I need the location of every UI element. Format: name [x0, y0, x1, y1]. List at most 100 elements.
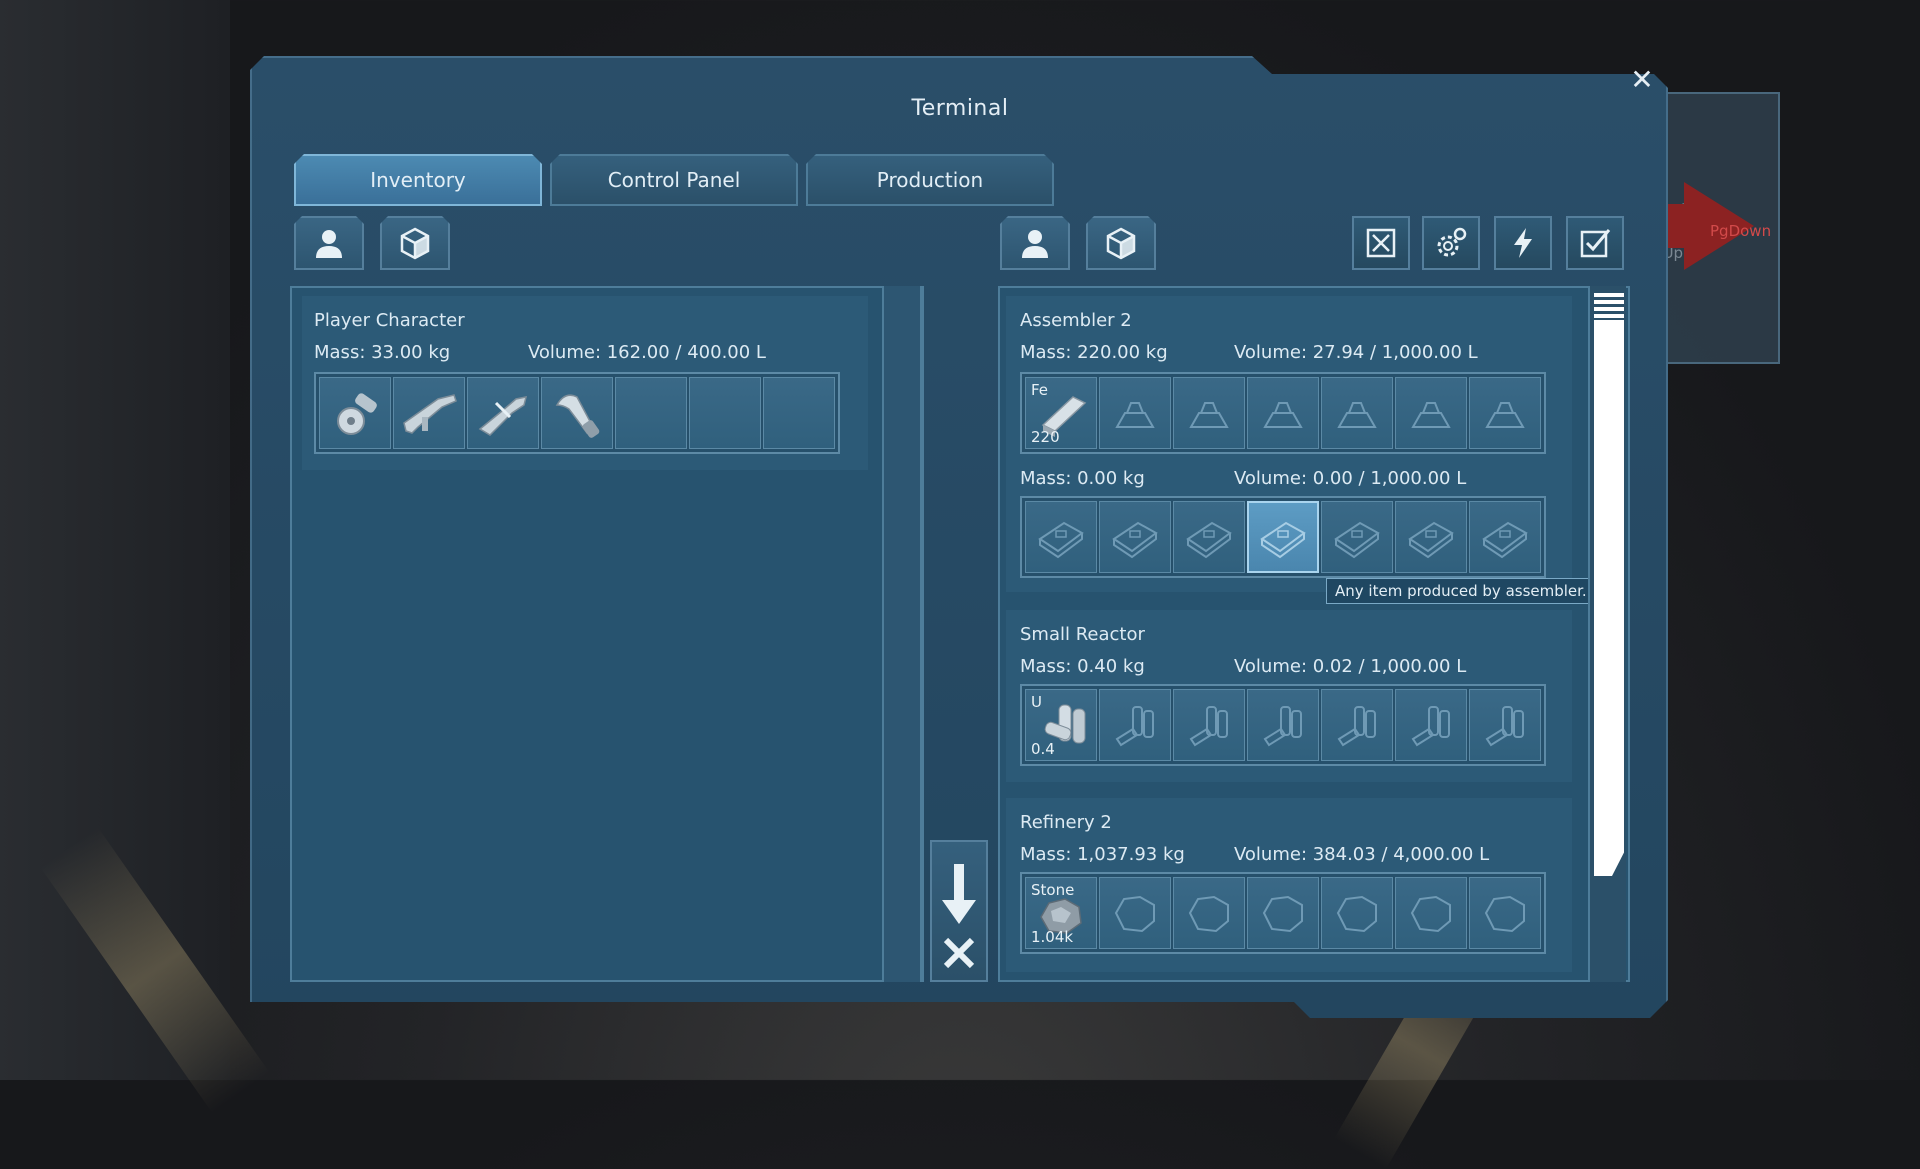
- inventory-slot[interactable]: [541, 377, 613, 449]
- x-box-icon: [1366, 228, 1396, 258]
- filter-characters-button-right[interactable]: [1000, 216, 1070, 270]
- ore-placeholder-slot[interactable]: [1469, 877, 1541, 949]
- uranium-placeholder-icon: [1337, 706, 1376, 747]
- inventory-slot[interactable]: [763, 377, 835, 449]
- welder-icon: [555, 394, 600, 438]
- x-icon: [943, 937, 975, 969]
- tab-label: Production: [876, 168, 984, 192]
- slot-quantity: 0.4: [1031, 740, 1055, 758]
- inventory-volume: Volume: 0.00 / 1,000.00 L: [1234, 468, 1467, 489]
- uranium-placeholder-slot[interactable]: [1247, 689, 1319, 761]
- inventory-volume: Volume: 0.02 / 1,000.00 L: [1234, 656, 1467, 677]
- inventory-volume: Volume: 162.00 / 400.00 L: [528, 342, 766, 363]
- component-placeholder-icon: [1038, 521, 1084, 559]
- uranium-placeholder-slot[interactable]: [1173, 689, 1245, 761]
- ore-placeholder-slot[interactable]: [1099, 877, 1171, 949]
- angle-grinder-icon: [337, 393, 377, 435]
- cube-icon: [400, 227, 430, 260]
- uranium-placeholder-icon: [1411, 706, 1450, 747]
- component-placeholder-slot[interactable]: [1321, 501, 1393, 573]
- filter-characters-button[interactable]: [294, 216, 364, 270]
- filter-blocks-button[interactable]: [380, 216, 450, 270]
- transfer-button[interactable]: [930, 840, 988, 982]
- inventory-slot[interactable]: [467, 377, 539, 449]
- arrow-down-icon: [942, 864, 976, 924]
- ore-placeholder-icon: [1410, 895, 1451, 933]
- inventory-slot[interactable]: Stone 1.04k: [1025, 877, 1097, 949]
- ingot-placeholder-slot[interactable]: [1173, 377, 1245, 449]
- ore-placeholder-slot[interactable]: [1247, 877, 1319, 949]
- uranium-placeholder-icon: [1263, 706, 1302, 747]
- window-title: Terminal: [911, 96, 1009, 121]
- tab-label: Inventory: [370, 168, 466, 192]
- inventory-mass: Mass: 220.00 kg: [1020, 342, 1168, 363]
- inventory-volume: Volume: 27.94 / 1,000.00 L: [1234, 342, 1478, 363]
- component-placeholder-icon: [1186, 521, 1232, 559]
- slot-item-label: Fe: [1031, 381, 1049, 399]
- inventory-slot[interactable]: [689, 377, 761, 449]
- assembler-input-slot-row: Fe 220: [1020, 372, 1546, 454]
- ore-placeholder-slot[interactable]: [1395, 877, 1467, 949]
- ingot-placeholder-slot[interactable]: [1099, 377, 1171, 449]
- left-scroll-track[interactable]: [882, 286, 922, 982]
- component-placeholder-slot[interactable]: [1099, 501, 1171, 573]
- ingot-placeholder-slot[interactable]: [1395, 377, 1467, 449]
- ore-placeholder-icon: [1336, 895, 1377, 933]
- slot-quantity: 220: [1031, 428, 1060, 446]
- person-icon: [1022, 230, 1048, 258]
- scrollbar-thumb[interactable]: [1594, 290, 1624, 876]
- inventory-name: Refinery 2: [1020, 812, 1112, 833]
- ore-placeholder-icon: [1262, 895, 1303, 933]
- lightning-icon: [1514, 228, 1532, 258]
- ingot-placeholder-slot[interactable]: [1469, 377, 1541, 449]
- inventory-slot[interactable]: [319, 377, 391, 449]
- uranium-placeholder-slot[interactable]: [1469, 689, 1541, 761]
- scrollbar-grip-icon: [1594, 290, 1624, 320]
- assembler-output-slot-row: [1020, 496, 1546, 578]
- tab-inventory[interactable]: Inventory: [294, 154, 542, 206]
- component-placeholder-icon: [1482, 521, 1528, 559]
- close-icon[interactable]: ✕: [1628, 66, 1656, 94]
- uranium-placeholder-slot[interactable]: [1099, 689, 1171, 761]
- uranium-placeholder-slot[interactable]: [1395, 689, 1467, 761]
- hide-empty-button[interactable]: [1352, 216, 1410, 270]
- filter-blocks-button-right[interactable]: [1086, 216, 1156, 270]
- component-placeholder-slot[interactable]: [1025, 501, 1097, 573]
- ore-placeholder-slot[interactable]: [1173, 877, 1245, 949]
- component-placeholder-slot[interactable]: [1469, 501, 1541, 573]
- ore-placeholder-slot[interactable]: [1321, 877, 1393, 949]
- uranium-placeholder-icon: [1189, 706, 1228, 747]
- inventory-volume: Volume: 384.03 / 4,000.00 L: [1234, 844, 1490, 865]
- filter-storage-button[interactable]: [1566, 216, 1624, 270]
- inventory-name: Player Character: [314, 310, 465, 331]
- ingot-placeholder-slot[interactable]: [1247, 377, 1319, 449]
- inventory-slot[interactable]: [615, 377, 687, 449]
- inventory-mass: Mass: 0.00 kg: [1020, 468, 1145, 489]
- tab-control-panel[interactable]: Control Panel: [550, 154, 798, 206]
- slot-quantity: 1.04k: [1031, 928, 1074, 946]
- ingot-placeholder-slot[interactable]: [1321, 377, 1393, 449]
- component-placeholder-slot[interactable]: [1395, 501, 1467, 573]
- inventory-mass: Mass: 1,037.93 kg: [1020, 844, 1185, 865]
- cube-icon: [1106, 227, 1136, 260]
- inventory-name: Small Reactor: [1020, 624, 1145, 645]
- inventory-slot[interactable]: U 0.4: [1025, 689, 1097, 761]
- component-placeholder-icon: [1334, 521, 1380, 559]
- right-scrollbar[interactable]: [1588, 286, 1626, 982]
- filter-functional-button[interactable]: [1422, 216, 1480, 270]
- uranium-placeholder-slot[interactable]: [1321, 689, 1393, 761]
- rifle-icon: [403, 394, 457, 434]
- component-placeholder-slot-hovered[interactable]: [1247, 501, 1319, 573]
- ingot-placeholder-icon: [1115, 402, 1155, 428]
- tooltip: Any item produced by assembler.: [1326, 578, 1596, 604]
- filter-energy-button[interactable]: [1494, 216, 1552, 270]
- refinery-slot-row: Stone 1.04k: [1020, 872, 1546, 954]
- component-placeholder-slot[interactable]: [1173, 501, 1245, 573]
- hint-pgdown: PgDown: [1710, 222, 1772, 240]
- inventory-slot[interactable]: Fe 220: [1025, 377, 1097, 449]
- ingot-placeholder-icon: [1263, 402, 1303, 428]
- tab-production[interactable]: Production: [806, 154, 1054, 206]
- inventory-slot[interactable]: [393, 377, 465, 449]
- ore-placeholder-icon: [1188, 895, 1229, 933]
- inventory-mass: Mass: 33.00 kg: [314, 342, 451, 363]
